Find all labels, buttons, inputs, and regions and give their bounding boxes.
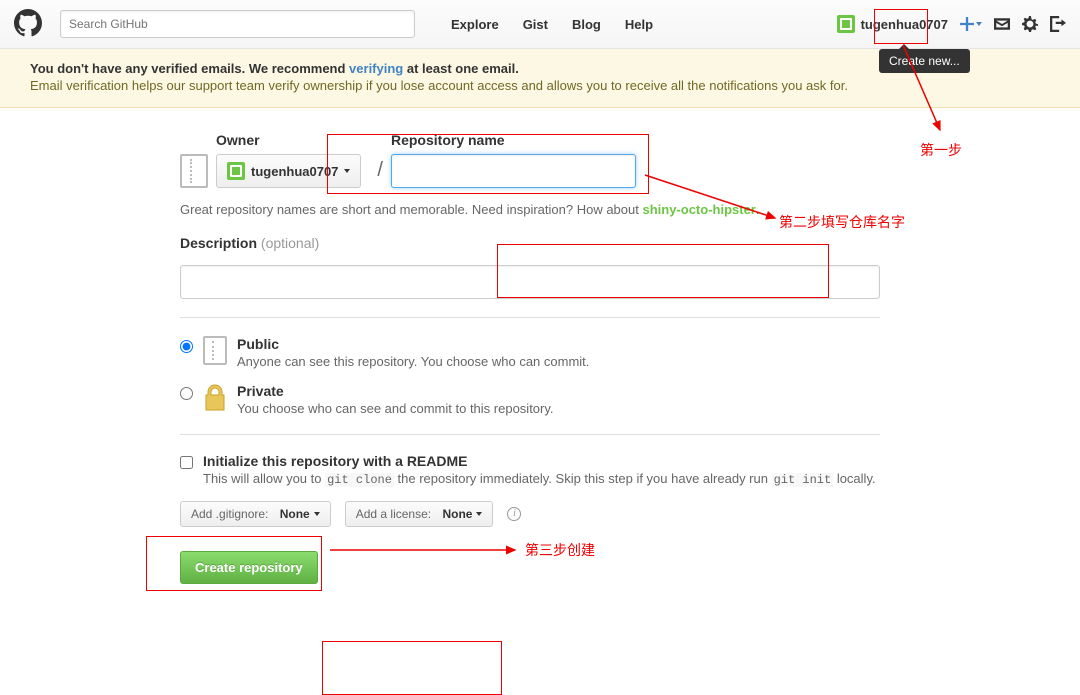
readme-checkbox[interactable] [180,456,193,469]
create-new-button[interactable] [960,17,982,31]
repo-name-label: Repository name [391,132,636,148]
search-input[interactable] [60,10,415,38]
public-repo-icon [203,336,227,365]
slash-separator: / [377,159,383,182]
avatar-icon [837,15,855,33]
nav-explore[interactable]: Explore [441,11,509,38]
banner-subtitle: Email verification helps our support tea… [30,78,1050,93]
license-dropdown[interactable]: Add a license: None [345,501,494,527]
public-desc: Anyone can see this repository. You choo… [237,354,589,369]
selectors-row: Add .gitignore: None Add a license: None… [180,501,900,527]
avatar-icon [227,162,245,180]
header: Explore Gist Blog Help tugenhua0707 [0,0,1080,49]
private-lock-icon [203,383,227,412]
nav-help[interactable]: Help [615,11,663,38]
divider [180,434,880,435]
readme-desc: This will allow you to git clone the rep… [203,471,876,487]
repo-icon [180,154,208,188]
private-desc: You choose who can see and commit to thi… [237,401,554,416]
gitignore-dropdown[interactable]: Add .gitignore: None [180,501,331,527]
divider [180,317,880,318]
owner-dropdown[interactable]: tugenhua0707 [216,154,361,188]
caret-down-icon [344,169,350,173]
readme-row[interactable]: Initialize this repository with a README… [180,453,900,487]
user-menu[interactable]: tugenhua0707 [837,15,948,33]
nav-blog[interactable]: Blog [562,11,611,38]
public-title: Public [237,336,279,352]
anno-step1-text: 第一步 [920,140,962,160]
private-title: Private [237,383,284,399]
repo-name-hint: Great repository names are short and mem… [180,202,900,217]
create-repository-button[interactable]: Create repository [180,551,318,584]
sign-out-icon[interactable] [1050,16,1066,32]
visibility-public-row[interactable]: Public Anyone can see this repository. Y… [180,336,900,369]
caret-down-icon [976,22,982,26]
description-label: Description (optional) [180,235,900,251]
license-info-icon[interactable]: i [507,507,521,521]
anno-box-step3 [322,641,502,695]
nav-links: Explore Gist Blog Help [441,11,663,38]
nav-gist[interactable]: Gist [513,11,558,38]
caret-down-icon [314,512,320,516]
verifying-link[interactable]: verifying [349,61,403,76]
username-text: tugenhua0707 [861,17,948,32]
caret-down-icon [476,512,482,516]
public-radio[interactable] [180,340,193,353]
github-logo-icon[interactable] [14,9,42,40]
settings-icon[interactable] [1022,16,1038,32]
create-new-tooltip: Create new... [879,49,970,73]
new-repo-form: Owner tugenhua0707 / Repository name Gre… [180,132,900,584]
visibility-private-row[interactable]: Private You choose who can see and commi… [180,383,900,416]
repo-name-input[interactable] [391,154,636,188]
readme-title: Initialize this repository with a README [203,453,467,469]
description-input[interactable] [180,265,880,299]
header-right: tugenhua0707 [837,15,1066,33]
owner-name: tugenhua0707 [251,164,338,179]
private-radio[interactable] [180,387,193,400]
notifications-icon[interactable] [994,16,1010,32]
owner-label: Owner [216,132,361,148]
suggestion-link[interactable]: shiny-octo-hipster [642,202,755,217]
